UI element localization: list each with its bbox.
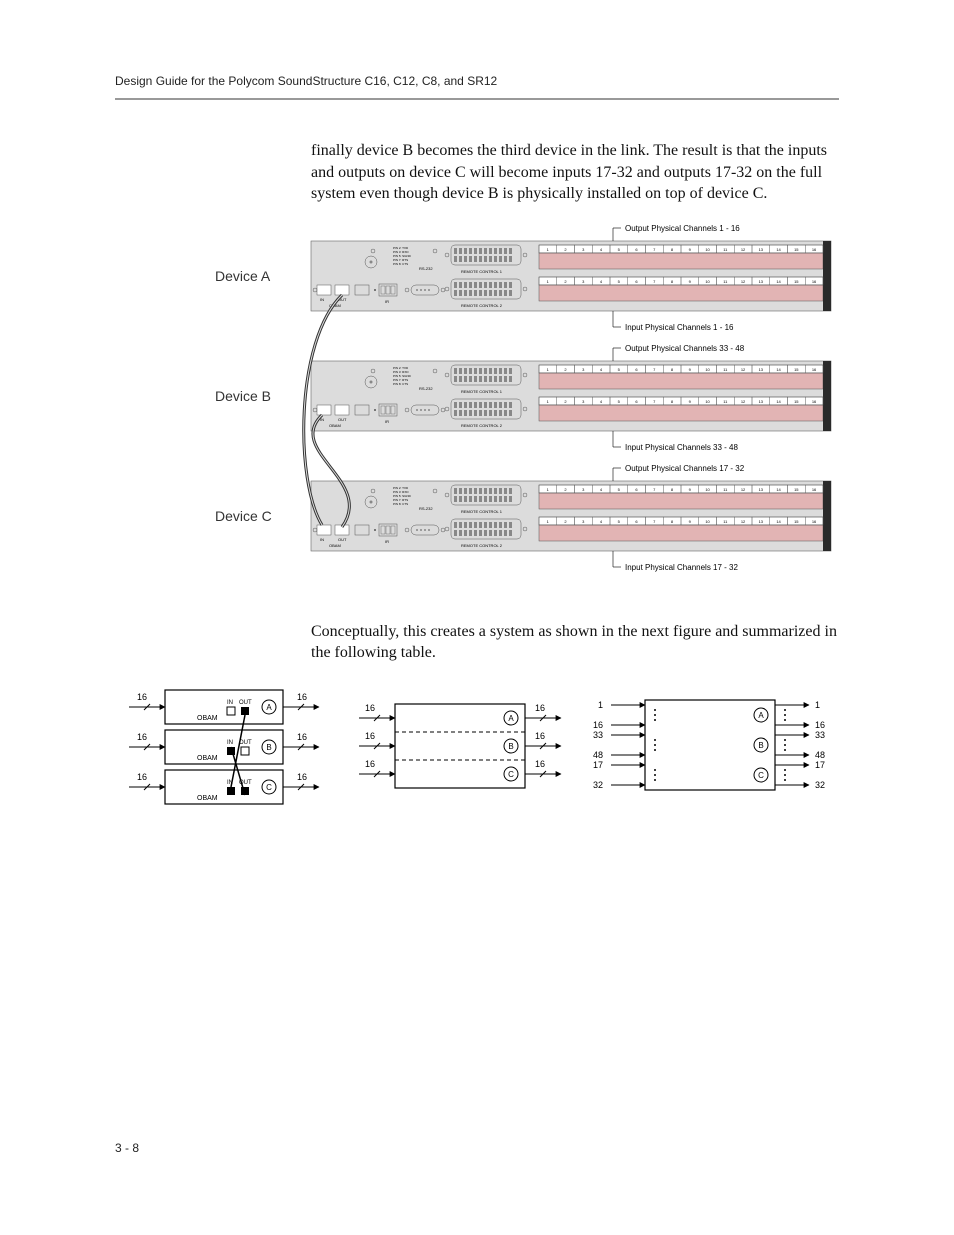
- device-a-label: Device A: [215, 268, 271, 284]
- device-a-output-caption: Output Physical Channels 1 - 16: [625, 224, 740, 233]
- svg-text:16: 16: [535, 731, 545, 741]
- svg-text:16: 16: [365, 731, 375, 741]
- svg-text:17: 17: [815, 760, 825, 770]
- header-title: Design Guide for the Polycom SoundStruct…: [115, 74, 497, 88]
- svg-text:B: B: [266, 743, 271, 752]
- page-header: Design Guide for the Polycom SoundStruct…: [115, 74, 839, 100]
- svg-text:33: 33: [593, 730, 603, 740]
- svg-text:C: C: [758, 771, 764, 780]
- svg-text:16: 16: [297, 692, 307, 702]
- svg-text:48: 48: [815, 750, 825, 760]
- svg-text:OBAM: OBAM: [197, 755, 218, 762]
- svg-text:IN: IN: [227, 740, 233, 746]
- svg-text:C: C: [266, 783, 272, 792]
- svg-text:C: C: [508, 770, 514, 779]
- svg-text:A: A: [266, 703, 272, 712]
- svg-text:B: B: [758, 741, 763, 750]
- svg-text:48: 48: [593, 750, 603, 760]
- svg-text:33: 33: [815, 730, 825, 740]
- svg-text:A: A: [758, 711, 764, 720]
- svg-text:17: 17: [593, 760, 603, 770]
- svg-text:IN: IN: [227, 700, 233, 706]
- device-c-input-caption: Input Physical Channels 17 - 32: [625, 563, 739, 572]
- device-b-input-caption: Input Physical Channels 33 - 48: [625, 443, 739, 452]
- svg-text:16: 16: [365, 759, 375, 769]
- figure-rack-devices: PIN 2: TXD PIN 3: RXD PIN 5: SGND PIN 7:…: [115, 221, 839, 581]
- svg-text:OUT: OUT: [239, 700, 252, 706]
- figure-conceptual: OBAM IN OUT A 16 16 OBAM IN OUT: [115, 680, 839, 810]
- svg-text:16: 16: [137, 692, 147, 702]
- svg-text:1: 1: [598, 700, 603, 710]
- device-b-output-caption: Output Physical Channels 33 - 48: [625, 344, 745, 353]
- device-c-label: Device C: [215, 508, 272, 524]
- svg-text:16: 16: [137, 732, 147, 742]
- svg-text:B: B: [508, 742, 513, 751]
- svg-text:32: 32: [593, 780, 603, 790]
- svg-text:OUT: OUT: [239, 740, 252, 746]
- svg-text:32: 32: [815, 780, 825, 790]
- svg-text:16: 16: [365, 703, 375, 713]
- device-b-label: Device B: [215, 388, 271, 404]
- svg-text:16: 16: [535, 703, 545, 713]
- device-c-output-caption: Output Physical Channels 17 - 32: [625, 464, 745, 473]
- svg-text:1: 1: [815, 700, 820, 710]
- paragraph-1: finally device B becomes the third devic…: [311, 140, 839, 205]
- page-number: 3 - 8: [115, 1141, 139, 1155]
- svg-text:16: 16: [535, 759, 545, 769]
- svg-text:16: 16: [297, 772, 307, 782]
- small-obam: OBAM: [197, 715, 218, 722]
- svg-text:A: A: [508, 714, 514, 723]
- svg-text:OBAM: OBAM: [197, 795, 218, 802]
- svg-text:16: 16: [297, 732, 307, 742]
- device-a-input-caption: Input Physical Channels 1 - 16: [625, 323, 734, 332]
- paragraph-2: Conceptually, this creates a system as s…: [311, 621, 839, 664]
- svg-text:16: 16: [137, 772, 147, 782]
- svg-text:16: 16: [815, 720, 825, 730]
- svg-text:16: 16: [593, 720, 603, 730]
